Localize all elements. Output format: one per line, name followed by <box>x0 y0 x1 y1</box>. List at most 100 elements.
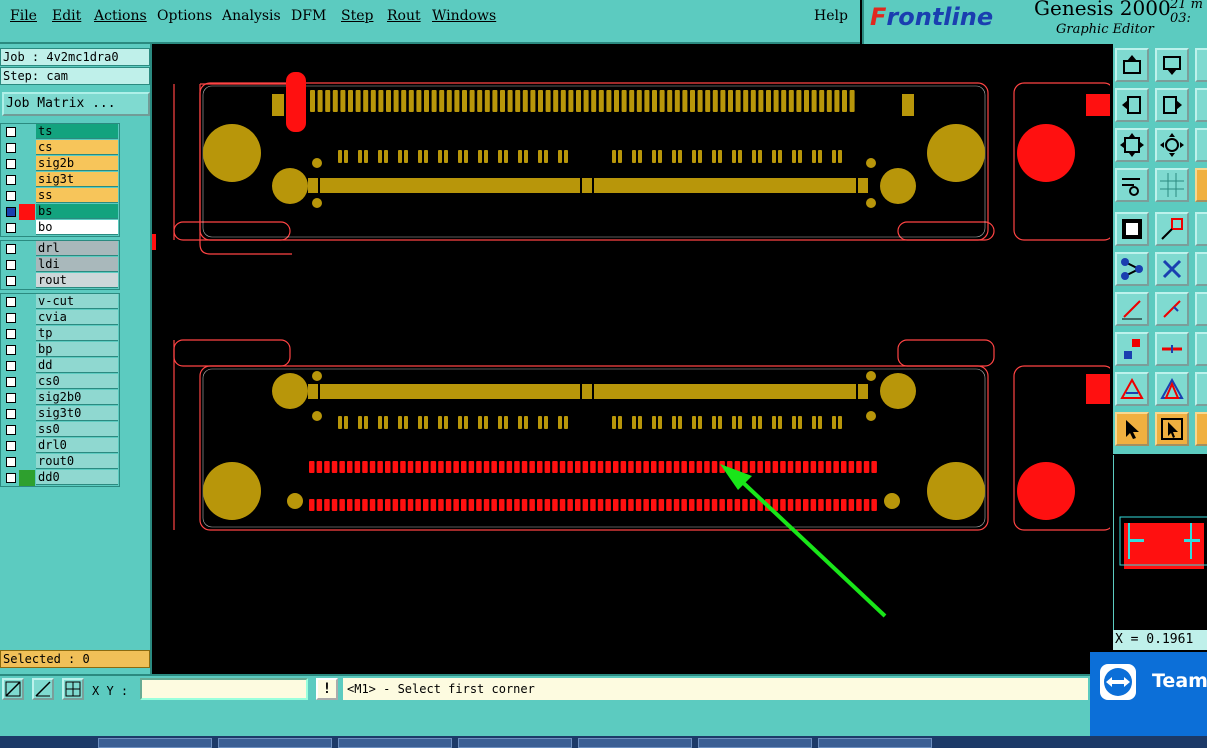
layer-row-ts[interactable]: ts <box>1 124 119 140</box>
layer-checkbox[interactable] <box>6 276 16 286</box>
tool-clip-6[interactable] <box>1195 252 1207 286</box>
job-matrix-button[interactable]: Job Matrix ... <box>2 92 150 116</box>
layer-color-swatch[interactable] <box>19 438 35 454</box>
layer-row-bp[interactable]: bp <box>1 342 119 358</box>
menu-file[interactable]: File <box>10 8 37 24</box>
layer-checkbox[interactable] <box>6 260 16 270</box>
menu-dfm[interactable]: DFM <box>291 8 326 24</box>
layer-color-swatch[interactable] <box>19 241 35 257</box>
arc-icon[interactable] <box>1155 292 1189 326</box>
zoom-area-icon[interactable] <box>2 678 24 700</box>
layer-row-cs[interactable]: cs <box>1 140 119 156</box>
layer-color-swatch[interactable] <box>19 470 35 486</box>
taskbar-item-7[interactable] <box>818 738 932 748</box>
layer-color-swatch[interactable] <box>19 406 35 422</box>
layer-checkbox[interactable] <box>6 143 16 153</box>
measure-icon[interactable] <box>1115 168 1149 202</box>
line-icon[interactable] <box>1115 292 1149 326</box>
layer-row-sig2b0[interactable]: sig2b0 <box>1 390 119 406</box>
layer-color-swatch[interactable] <box>19 188 35 204</box>
taskbar-item-5[interactable] <box>578 738 692 748</box>
pointer-icon[interactable] <box>1115 412 1149 446</box>
tool-clip-8[interactable] <box>1195 332 1207 366</box>
menu-step[interactable]: Step <box>341 8 373 24</box>
layer-row-ldi[interactable]: ldi <box>1 257 119 273</box>
warning-button[interactable]: ! <box>316 678 338 700</box>
tool-clip-2[interactable] <box>1195 88 1207 122</box>
layer-checkbox[interactable] <box>6 223 16 233</box>
grid-snap-icon[interactable] <box>62 678 84 700</box>
save-icon[interactable] <box>1155 48 1189 82</box>
layer-checkbox[interactable] <box>6 207 16 217</box>
tool-clip-9[interactable] <box>1195 372 1207 406</box>
layer-checkbox[interactable] <box>6 457 16 467</box>
layer-row-drl[interactable]: drl <box>1 241 119 257</box>
menu-analysis[interactable]: Analysis <box>222 8 281 24</box>
layer-checkbox[interactable] <box>6 244 16 254</box>
pan-right-icon[interactable] <box>1155 88 1189 122</box>
layer-row-dd[interactable]: dd <box>1 358 119 374</box>
layer-checkbox[interactable] <box>6 297 16 307</box>
menu-help[interactable]: Help <box>814 8 848 24</box>
tool-clip-7[interactable] <box>1195 292 1207 326</box>
layer-color-swatch[interactable] <box>19 342 35 358</box>
layer-row-sig2b[interactable]: sig2b <box>1 156 119 172</box>
layer-color-swatch[interactable] <box>19 204 35 220</box>
layer-checkbox[interactable] <box>6 425 16 435</box>
menu-rout[interactable]: Rout <box>387 8 421 24</box>
layer-checkbox[interactable] <box>6 313 16 323</box>
taskbar-item-4[interactable] <box>458 738 572 748</box>
layer-row-sig3t[interactable]: sig3t <box>1 172 119 188</box>
layer-color-swatch[interactable] <box>19 140 35 156</box>
layer-row-cs0[interactable]: cs0 <box>1 374 119 390</box>
layer-checkbox[interactable] <box>6 377 16 387</box>
layer-checkbox[interactable] <box>6 361 16 371</box>
layer-checkbox[interactable] <box>6 329 16 339</box>
pointer-box-icon[interactable] <box>1155 412 1189 446</box>
tool-clip-3[interactable] <box>1195 128 1207 162</box>
overview-panel[interactable] <box>1113 455 1207 630</box>
taskbar-item-6[interactable] <box>698 738 812 748</box>
taskbar-item-3[interactable] <box>338 738 452 748</box>
layer-checkbox[interactable] <box>6 345 16 355</box>
layer-row-rout[interactable]: rout <box>1 273 119 289</box>
layer-color-swatch[interactable] <box>19 273 35 289</box>
menu-edit[interactable]: Edit <box>52 8 81 24</box>
layer-row-sig3t0[interactable]: sig3t0 <box>1 406 119 422</box>
layer-row-dd0[interactable]: dd0 <box>1 470 119 486</box>
layer-row-drl0[interactable]: drl0 <box>1 438 119 454</box>
zoom-measure-icon[interactable] <box>32 678 54 700</box>
pad-icon[interactable] <box>1115 332 1149 366</box>
layer-color-swatch[interactable] <box>19 422 35 438</box>
menu-windows[interactable]: Windows <box>432 8 496 24</box>
layer-color-swatch[interactable] <box>19 294 35 310</box>
layer-row-rout0[interactable]: rout0 <box>1 454 119 470</box>
layer-row-v-cut[interactable]: v-cut <box>1 294 119 310</box>
layer-row-tp[interactable]: tp <box>1 326 119 342</box>
tool-clip-10[interactable] <box>1195 412 1207 446</box>
layer-color-swatch[interactable] <box>19 326 35 342</box>
layer-color-swatch[interactable] <box>19 124 35 140</box>
layer-color-swatch[interactable] <box>19 374 35 390</box>
tool-clip-1[interactable] <box>1195 48 1207 82</box>
add-feature-icon[interactable] <box>1155 212 1189 246</box>
zoom-fit-icon[interactable] <box>1115 128 1149 162</box>
layer-color-swatch[interactable] <box>19 390 35 406</box>
triangle-outline-icon[interactable] <box>1155 372 1189 406</box>
pan-left-icon[interactable] <box>1115 88 1149 122</box>
cross-icon[interactable] <box>1155 252 1189 286</box>
layer-color-swatch[interactable] <box>19 310 35 326</box>
layer-checkbox[interactable] <box>6 393 16 403</box>
layer-row-bo[interactable]: bo <box>1 220 119 236</box>
open-icon[interactable] <box>1115 48 1149 82</box>
move-icon[interactable] <box>1155 332 1189 366</box>
layer-checkbox[interactable] <box>6 191 16 201</box>
layer-color-swatch[interactable] <box>19 257 35 273</box>
layer-color-swatch[interactable] <box>19 172 35 188</box>
layer-checkbox[interactable] <box>6 409 16 419</box>
layer-checkbox[interactable] <box>6 175 16 185</box>
graphic-canvas[interactable] <box>152 44 1115 674</box>
grid-icon[interactable] <box>1155 168 1189 202</box>
layer-row-bs[interactable]: bs <box>1 204 119 220</box>
layer-row-ss0[interactable]: ss0 <box>1 422 119 438</box>
